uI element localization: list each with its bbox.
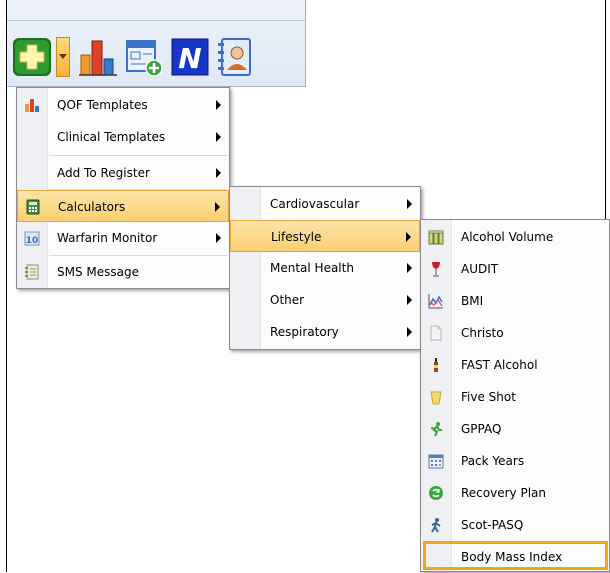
menu-item-mental-health[interactable]: Mental Health — [230, 252, 420, 284]
menu-item-label: SMS Message — [57, 265, 139, 279]
menu-item-label: QOF Templates — [57, 98, 148, 112]
running-man-icon — [430, 422, 442, 437]
main-dropdown-menu: QOF Templates Clinical Templates Add To … — [16, 87, 230, 289]
toolbar: N — [12, 33, 262, 81]
menu-item-gppaq[interactable]: GPPAQ — [421, 413, 609, 445]
template-add-icon — [126, 40, 163, 77]
menu-item-label: Clinical Templates — [57, 130, 166, 144]
menu-item-lifestyle[interactable]: Lifestyle — [230, 220, 420, 252]
menu-item-label: Warfarin Monitor — [57, 231, 158, 245]
submenu-arrow-icon — [407, 263, 412, 273]
n-button[interactable]: N — [170, 37, 210, 77]
menu-item-label: Lifestyle — [271, 230, 322, 244]
lifestyle-submenu: Alcohol Volume AUDIT BMI Christo FAST Al… — [420, 219, 610, 572]
contact-button[interactable] — [216, 37, 256, 77]
menu-item-pack-years[interactable]: Pack Years — [421, 445, 609, 477]
new-consultation-button[interactable] — [12, 37, 52, 77]
menu-item-label: Christo — [461, 326, 504, 340]
menu-separator — [49, 155, 227, 156]
menu-item-label: Recovery Plan — [461, 486, 546, 500]
menu-item-cardiovascular[interactable]: Cardiovascular — [230, 188, 420, 220]
menu-item-calculators[interactable]: Calculators — [17, 190, 229, 222]
bar-chart-icon — [79, 40, 117, 76]
svg-text:10: 10 — [26, 236, 39, 246]
menu-item-sms-message[interactable]: SMS Message — [17, 256, 229, 288]
calculators-submenu: Cardiovascular Lifestyle Mental Health O… — [229, 186, 421, 350]
highlight-callout-box — [423, 541, 608, 570]
warfarin-icon: 10 — [24, 231, 40, 246]
menu-item-five-shot[interactable]: Five Shot — [421, 381, 609, 413]
submenu-arrow-icon — [215, 202, 220, 212]
submenu-arrow-icon — [407, 295, 412, 305]
recycle-icon — [429, 486, 443, 500]
submenu-arrow-icon — [407, 327, 412, 337]
menu-item-label: Alcohol Volume — [461, 230, 554, 244]
menu-item-recovery-plan[interactable]: Recovery Plan — [421, 477, 609, 509]
chevron-down-icon — [59, 54, 67, 59]
beer-glasses-icon — [428, 230, 444, 245]
wine-glass-icon — [432, 262, 440, 277]
menu-item-label: Five Shot — [461, 390, 516, 404]
dropdown-button[interactable] — [56, 37, 70, 77]
plus-cross-icon — [13, 38, 51, 76]
menu-item-christo[interactable]: Christo — [421, 317, 609, 349]
menu-item-label: Scot-PASQ — [461, 518, 524, 532]
submenu-arrow-icon — [406, 232, 411, 242]
submenu-arrow-icon — [216, 168, 221, 178]
menu-item-qof-templates[interactable]: QOF Templates — [17, 89, 229, 121]
shot-glass-icon — [430, 391, 442, 405]
qof-button[interactable] — [78, 37, 118, 77]
qof-chart-icon — [25, 99, 39, 112]
submenu-arrow-icon — [216, 233, 221, 243]
menu-item-label: BMI — [461, 294, 484, 308]
menu-item-alcohol-volume[interactable]: Alcohol Volume — [421, 221, 609, 253]
calculator-icon — [26, 199, 40, 215]
submenu-arrow-icon — [407, 199, 412, 209]
menu-item-audit[interactable]: AUDIT — [421, 253, 609, 285]
menu-item-other[interactable]: Other — [230, 284, 420, 316]
menu-item-label: AUDIT — [461, 262, 499, 276]
menu-item-label: FAST Alcohol — [461, 358, 538, 372]
submenu-arrow-icon — [216, 100, 221, 110]
walking-man-icon — [431, 518, 441, 533]
svg-text:N: N — [178, 42, 201, 75]
menu-item-label: Mental Health — [270, 261, 354, 275]
menu-item-respiratory[interactable]: Respiratory — [230, 316, 420, 348]
menu-item-warfarin-monitor[interactable]: 10 Warfarin Monitor — [17, 222, 229, 254]
calendar-icon — [428, 454, 444, 469]
n-logo-icon: N — [171, 38, 209, 76]
bottle-icon — [434, 358, 438, 372]
menu-item-label: Add To Register — [57, 166, 150, 180]
menu-item-label: Calculators — [58, 200, 126, 214]
sms-icon — [25, 264, 39, 280]
menu-item-bmi[interactable]: BMI — [421, 285, 609, 317]
submenu-arrow-icon — [216, 132, 221, 142]
menu-item-clinical-templates[interactable]: Clinical Templates — [17, 121, 229, 153]
menu-item-label: Pack Years — [461, 454, 525, 468]
menu-item-scot-pasq[interactable]: Scot-PASQ — [421, 509, 609, 541]
toolbar-divider — [7, 20, 305, 21]
template-button[interactable] — [124, 37, 164, 77]
menu-item-label: Cardiovascular — [270, 197, 360, 211]
menu-item-label: Respiratory — [270, 325, 339, 339]
menu-item-label: GPPAQ — [461, 422, 502, 436]
menu-item-label: Other — [270, 293, 305, 307]
line-graph-icon — [428, 294, 443, 309]
menu-item-add-to-register[interactable]: Add To Register — [17, 157, 229, 189]
document-icon — [430, 325, 442, 341]
menu-item-fast-alcohol[interactable]: FAST Alcohol — [421, 349, 609, 381]
contact-card-icon — [218, 38, 251, 76]
